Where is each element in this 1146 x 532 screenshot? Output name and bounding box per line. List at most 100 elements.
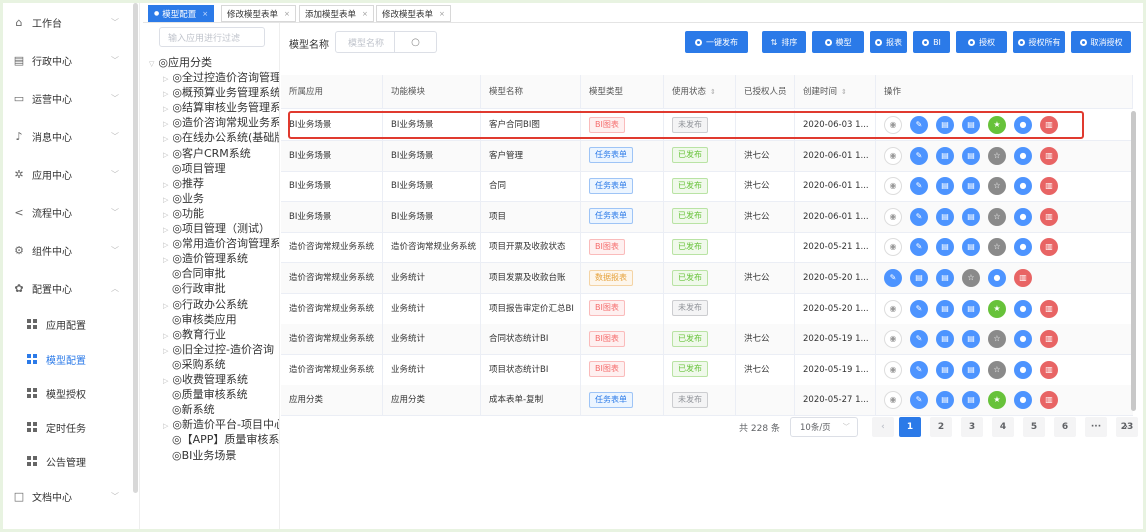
tree-node[interactable]: ▷ ◎造价咨询常规业务系 <box>163 115 279 130</box>
tree-node[interactable]: ◎采购系统 <box>172 357 226 372</box>
expand-arrow-icon[interactable]: ▷ <box>163 105 168 113</box>
table-row[interactable]: 造价咨询常规业务系统 业务统计 项目发票及收款台账 数据报表 已发布 洪七公 2020-05… <box>281 263 1133 294</box>
view-icon[interactable]: ◉ <box>884 330 902 349</box>
edit-icon[interactable]: ✎ <box>910 330 928 349</box>
document-icon[interactable]: ▤ <box>936 146 954 165</box>
column-header[interactable]: 模型类型 <box>581 75 664 109</box>
tree-node[interactable]: ▷ ◎业务 <box>163 191 204 206</box>
tree-node[interactable]: ▷ ◎新造价平台-项目中心 <box>163 417 279 432</box>
user-icon[interactable]: ● <box>1014 238 1032 257</box>
document-icon[interactable]: ▤ <box>962 238 980 257</box>
collapse-arrow-icon[interactable]: ▽ <box>149 60 154 68</box>
page-button[interactable]: 3 <box>961 417 983 437</box>
tree-node[interactable]: ◎【APP】质量审核系 <box>172 432 279 447</box>
star-icon[interactable]: ☆ <box>988 146 1006 165</box>
document-icon[interactable]: ▤ <box>962 330 980 349</box>
tree-node[interactable]: ◎行政审批 <box>172 281 226 296</box>
expand-arrow-icon[interactable]: ▷ <box>163 75 168 83</box>
view-icon[interactable]: ◉ <box>884 360 902 379</box>
page-button[interactable]: ··· <box>1085 417 1107 437</box>
nav-item-5[interactable]: < 流程中心 ﹀ <box>3 193 133 231</box>
user-icon[interactable]: ● <box>1014 299 1032 318</box>
delete-icon[interactable]: ▥ <box>1040 207 1058 226</box>
expand-arrow-icon[interactable]: ▷ <box>163 135 168 143</box>
star-icon[interactable]: ☆ <box>988 207 1006 226</box>
view-icon[interactable]: ◉ <box>884 238 902 257</box>
user-icon[interactable]: ● <box>1014 177 1032 196</box>
tree-node[interactable]: ▷ ◎结算审核业务管理系 <box>163 100 279 115</box>
table-scrollbar[interactable] <box>1131 111 1136 411</box>
delete-icon[interactable]: ▥ <box>1040 116 1058 134</box>
document-icon[interactable]: ▤ <box>936 391 954 410</box>
tree-node[interactable]: ▷ ◎功能 <box>163 206 204 221</box>
edit-icon[interactable]: ✎ <box>910 207 928 226</box>
tree-node[interactable]: ▷ ◎客户CRM系统 <box>163 146 251 161</box>
delete-icon[interactable]: ▥ <box>1040 330 1058 349</box>
close-icon[interactable]: × <box>202 10 208 18</box>
page-size-select[interactable]: 10条/页 ﹀ <box>790 417 858 437</box>
tab-1[interactable]: 修改模型表单 × <box>221 5 296 22</box>
document-icon[interactable]: ▤ <box>962 116 980 134</box>
toolbar-button-3[interactable]: 报表 <box>870 31 907 53</box>
tree-filter-input[interactable]: 输入应用进行过滤 <box>159 27 265 47</box>
edit-icon[interactable]: ✎ <box>910 116 928 134</box>
view-icon[interactable]: ◉ <box>884 391 902 410</box>
view-icon[interactable]: ◉ <box>884 177 902 196</box>
sort-icon[interactable]: ⇕ <box>841 88 847 96</box>
table-row[interactable]: BI业务场景 BI业务场景 客户合同BI图 BI图表 未发布 2020-06-03 1..… <box>281 110 1133 141</box>
star-icon[interactable]: ☆ <box>962 269 980 287</box>
star-icon[interactable]: ☆ <box>988 238 1006 257</box>
user-icon[interactable]: ● <box>1014 391 1032 410</box>
toolbar-button-7[interactable]: 取消授权 <box>1071 31 1131 53</box>
page-button[interactable]: 4 <box>992 417 1014 437</box>
column-header[interactable]: 所属应用 <box>281 75 383 109</box>
table-row[interactable]: BI业务场景 BI业务场景 项目 任务表单 已发布 洪七公 2020-06-01 1... ◉… <box>281 201 1133 233</box>
expand-arrow-icon[interactable]: ▷ <box>163 377 168 385</box>
view-icon[interactable]: ◉ <box>884 207 902 226</box>
document-icon[interactable]: ▤ <box>936 330 954 349</box>
column-header[interactable]: 功能模块 <box>383 75 481 109</box>
tree-node[interactable]: ◎审核类应用 <box>172 312 237 327</box>
nav-item-3[interactable]: ♪ 消息中心 ﹀ <box>3 117 133 155</box>
tab-0[interactable]: ● 模型配置 × <box>148 5 215 22</box>
tree-node[interactable]: ▷ ◎全过控造价咨询管理 <box>163 70 279 85</box>
toolbar-button-0[interactable]: 一键发布 <box>685 31 748 53</box>
column-header[interactable]: 操作 <box>876 75 1133 109</box>
edit-icon[interactable]: ✎ <box>910 177 928 196</box>
tree-node[interactable]: ◎BI业务场景 <box>172 448 236 463</box>
delete-icon[interactable]: ▥ <box>1040 177 1058 196</box>
expand-arrow-icon[interactable]: ▷ <box>163 120 168 128</box>
document-icon[interactable]: ▤ <box>962 391 980 410</box>
tree-node[interactable]: ◎项目管理 <box>172 161 226 176</box>
expand-arrow-icon[interactable]: ▷ <box>163 196 168 204</box>
expand-arrow-icon[interactable]: ▷ <box>163 226 168 234</box>
user-icon[interactable]: ● <box>988 269 1006 287</box>
document-icon[interactable]: ▤ <box>962 146 980 165</box>
column-header[interactable]: 已授权人员 <box>736 75 795 109</box>
star-icon[interactable]: ★ <box>988 391 1006 410</box>
star-icon[interactable]: ☆ <box>988 330 1006 349</box>
document-icon[interactable]: ▤ <box>936 299 954 318</box>
tree-node[interactable]: ◎新系统 <box>172 402 215 417</box>
edit-icon[interactable]: ✎ <box>910 299 928 318</box>
toolbar-button-5[interactable]: 授权 <box>956 31 1007 53</box>
document-icon[interactable]: ▤ <box>910 269 928 287</box>
nav-item-4[interactable]: ✲ 应用中心 ﹀ <box>3 155 133 193</box>
edit-icon[interactable]: ✎ <box>910 360 928 379</box>
nav-item-1[interactable]: ▤ 行政中心 ﹀ <box>3 41 133 79</box>
table-row[interactable]: 造价咨询常规业务系统 业务统计 合同状态统计BI BI图表 已发布 洪七公 2020-05-… <box>281 324 1133 356</box>
expand-arrow-icon[interactable]: ▷ <box>163 332 168 340</box>
page-button[interactable]: 5 <box>1023 417 1045 437</box>
document-icon[interactable]: ▤ <box>962 177 980 196</box>
edit-icon[interactable]: ✎ <box>910 146 928 165</box>
nav-item-7[interactable]: ✿ 配置中心 ︿ <box>3 269 133 307</box>
expand-arrow-icon[interactable]: ▷ <box>163 181 168 189</box>
sidebar-sub-item-2[interactable]: 模型授权 <box>3 376 133 410</box>
tree-node[interactable]: ▷ ◎概预算业务管理系统 <box>163 85 279 100</box>
document-icon[interactable]: ▤ <box>962 299 980 318</box>
nav-item-docs[interactable]: □ 文档中心 ﹀ <box>3 477 133 515</box>
table-row[interactable]: BI业务场景 BI业务场景 合同 任务表单 已发布 洪七公 2020-06-01 1... ◉… <box>281 171 1133 203</box>
sort-icon[interactable]: ⇕ <box>710 88 716 96</box>
user-icon[interactable]: ● <box>1014 330 1032 349</box>
close-icon[interactable]: × <box>439 10 445 18</box>
